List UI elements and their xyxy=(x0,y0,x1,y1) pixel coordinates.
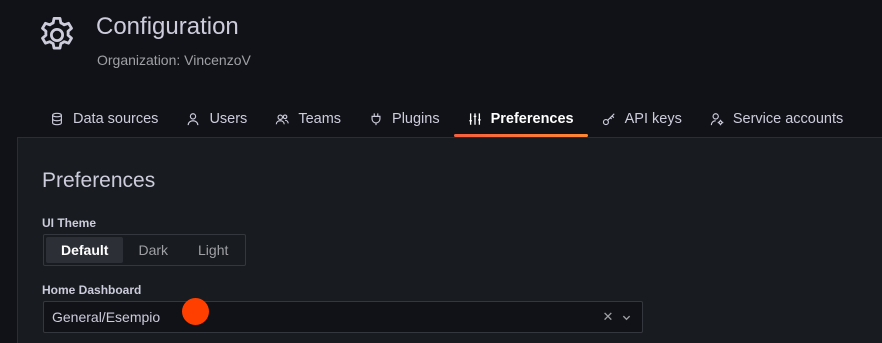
tab-label: Users xyxy=(209,110,248,127)
tab-service-accounts[interactable]: Service accounts xyxy=(696,100,857,137)
section-title: Preferences xyxy=(42,169,156,192)
ui-theme-label: UI Theme xyxy=(42,216,97,230)
plug-icon xyxy=(369,112,383,126)
sliders-icon xyxy=(468,112,482,126)
theme-option-light[interactable]: Light xyxy=(183,237,243,263)
tab-preferences[interactable]: Preferences xyxy=(453,100,588,137)
theme-option-dark[interactable]: Dark xyxy=(123,237,183,263)
close-icon[interactable]: ✕ xyxy=(600,309,616,325)
configuration-page: Configuration Organization: VincenzoV Da… xyxy=(0,0,882,343)
database-icon xyxy=(50,112,64,126)
ui-theme-radio-group: Default Dark Light xyxy=(43,234,247,266)
page-title: Configuration xyxy=(96,13,239,40)
click-marker xyxy=(182,298,209,325)
home-dashboard-select[interactable]: General/Esempio ✕ xyxy=(43,301,643,333)
tab-label: Service accounts xyxy=(732,110,844,127)
page-subtitle: Organization: VincenzoV xyxy=(97,52,251,68)
tab-users[interactable]: Users xyxy=(172,100,261,137)
home-dashboard-value: General/Esempio xyxy=(52,309,161,325)
user-icon xyxy=(186,112,200,126)
gear-icon xyxy=(36,14,78,56)
tab-label: API keys xyxy=(624,110,682,127)
tab-bar: Data sources Users Teams Plugins Prefere… xyxy=(36,100,857,137)
theme-option-default[interactable]: Default xyxy=(46,237,124,263)
tab-label: Teams xyxy=(298,110,342,127)
tab-data-sources[interactable]: Data sources xyxy=(36,100,172,137)
home-dashboard-label: Home Dashboard xyxy=(42,283,142,297)
tab-label: Preferences xyxy=(490,110,574,127)
tab-label: Plugins xyxy=(392,110,440,127)
tab-teams[interactable]: Teams xyxy=(261,100,355,137)
tab-api-keys[interactable]: API keys xyxy=(588,100,696,137)
users-icon xyxy=(275,112,290,126)
tab-label: Data sources xyxy=(73,110,159,127)
tab-plugins[interactable]: Plugins xyxy=(355,100,454,137)
key-icon xyxy=(602,112,616,126)
chevron-down-icon[interactable] xyxy=(618,309,634,325)
preferences-panel: Preferences UI Theme Default Dark Light … xyxy=(17,137,882,343)
user-cog-icon xyxy=(710,112,724,126)
